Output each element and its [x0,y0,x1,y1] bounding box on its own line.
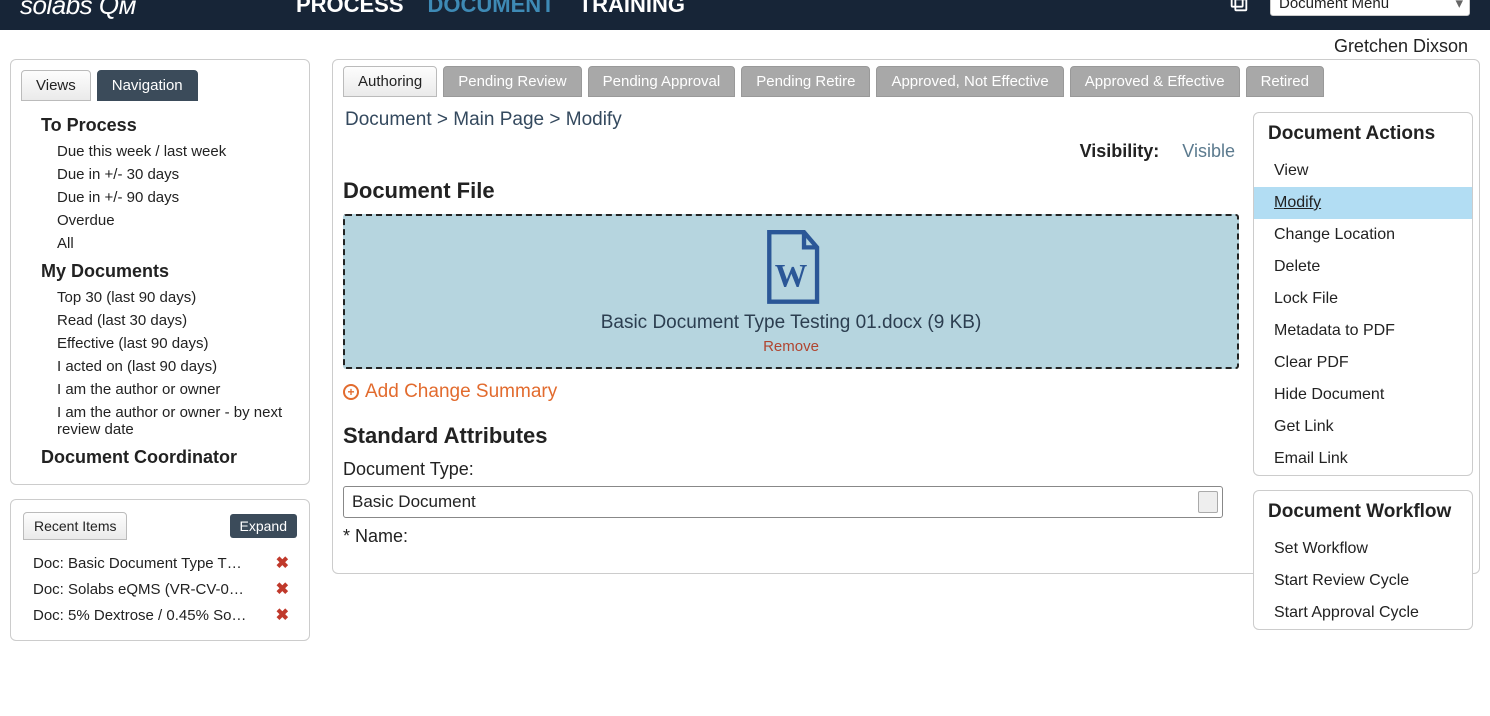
heading-document-file: Document File [343,178,1239,204]
tab-pending-approval[interactable]: Pending Approval [588,66,736,97]
action-view[interactable]: View [1254,155,1472,187]
breadcrumb: Document > Main Page > Modify [343,107,1239,141]
remove-file-link[interactable]: Remove [763,338,819,355]
document-menu-select[interactable]: Document Menu [1270,0,1470,16]
action-metadata-pdf[interactable]: Metadata to PDF [1254,315,1472,347]
heading-my-documents: My Documents [19,255,301,286]
nav-document[interactable]: DOCUMENT [428,0,555,18]
tab-pending-review[interactable]: Pending Review [443,66,581,97]
uploaded-file-name: Basic Document Type Testing 01.docx (9 K… [355,312,1227,334]
recent-row[interactable]: Doc: Solabs eQMS (VR-CV-0… ✖ [19,576,301,602]
action-lock-file[interactable]: Lock File [1254,283,1472,315]
link-read[interactable]: Read (last 30 days) [19,309,301,332]
action-change-location[interactable]: Change Location [1254,219,1472,251]
current-user: Gretchen Dixson [0,30,1490,59]
document-tabs: Authoring Pending Review Pending Approva… [343,66,1469,97]
action-clear-pdf[interactable]: Clear PDF [1254,347,1472,379]
link-effective[interactable]: Effective (last 90 days) [19,332,301,355]
heading-document-actions: Document Actions [1254,113,1472,155]
tab-recent-items[interactable]: Recent Items [23,512,127,540]
recent-row[interactable]: Doc: Basic Document Type T… ✖ [19,550,301,576]
document-workflow-panel: Document Workflow Set Workflow Start Rev… [1253,490,1473,630]
add-change-summary-link[interactable]: + Add Change Summary [343,377,557,417]
workflow-start-approval[interactable]: Start Approval Cycle [1254,597,1472,629]
close-icon[interactable]: ✖ [272,553,293,573]
top-right: Document Menu [1228,0,1470,16]
copy-icon[interactable] [1228,0,1250,14]
heading-to-process: To Process [19,109,301,140]
link-due-this-week[interactable]: Due this week / last week [19,140,301,163]
nav-training[interactable]: TRAINING [579,0,685,18]
document-actions-panel: Document Actions View Modify Change Loca… [1253,112,1473,476]
recent-item-label: Doc: Basic Document Type T… [33,555,272,572]
top-nav: PROCESS DOCUMENT TRAINING [296,0,685,18]
top-bar: sᴏlabs Qᴍ PROCESS DOCUMENT TRAINING Docu… [0,0,1490,30]
action-modify[interactable]: Modify [1254,187,1472,219]
link-acted[interactable]: I acted on (last 90 days) [19,355,301,378]
link-due-90[interactable]: Due in +/- 90 days [19,186,301,209]
tab-views[interactable]: Views [21,70,91,101]
nav-process[interactable]: PROCESS [296,0,404,18]
heading-standard-attributes: Standard Attributes [343,423,1239,449]
recent-item-label: Doc: Solabs eQMS (VR-CV-0… [33,581,272,598]
action-get-link[interactable]: Get Link [1254,411,1472,443]
views-panel: Views Navigation To Process Due this wee… [10,59,310,485]
label-document-type: Document Type: [343,459,1239,480]
svg-text:W: W [775,258,808,294]
tab-retired[interactable]: Retired [1246,66,1324,97]
close-icon[interactable]: ✖ [272,605,293,625]
main-panel: Authoring Pending Review Pending Approva… [332,59,1480,574]
app-logo: sᴏlabs Qᴍ [20,0,136,21]
workflow-set[interactable]: Set Workflow [1254,533,1472,565]
workflow-start-review[interactable]: Start Review Cycle [1254,565,1472,597]
label-name: * Name: [343,526,1239,547]
link-due-30[interactable]: Due in +/- 30 days [19,163,301,186]
close-icon[interactable]: ✖ [272,579,293,599]
visibility-value: Visible [1182,141,1235,161]
document-type-select[interactable]: Basic Document [343,486,1223,518]
plus-circle-icon: + [343,384,359,400]
tab-navigation[interactable]: Navigation [97,70,198,101]
heading-document-workflow: Document Workflow [1254,491,1472,533]
tab-authoring[interactable]: Authoring [343,66,437,97]
heading-doc-coordinator[interactable]: Document Coordinator [19,441,301,472]
recent-items-panel: Recent Items Expand Doc: Basic Document … [10,499,310,641]
recent-item-label: Doc: 5% Dextrose / 0.45% So… [33,607,272,624]
visibility-label: Visibility: [1080,141,1160,161]
tab-pending-retire[interactable]: Pending Retire [741,66,870,97]
recent-row[interactable]: Doc: 5% Dextrose / 0.45% So… ✖ [19,602,301,628]
expand-button[interactable]: Expand [230,514,297,538]
action-delete[interactable]: Delete [1254,251,1472,283]
tab-approved-not-effective[interactable]: Approved, Not Effective [876,66,1063,97]
file-dropzone[interactable]: W Basic Document Type Testing 01.docx (9… [343,214,1239,369]
link-author-owner[interactable]: I am the author or owner [19,378,301,401]
action-email-link[interactable]: Email Link [1254,443,1472,475]
link-all[interactable]: All [19,232,301,255]
link-author-owner-review[interactable]: I am the author or owner - by next revie… [19,401,301,441]
link-overdue[interactable]: Overdue [19,209,301,232]
add-summary-label: Add Change Summary [365,381,557,403]
tab-approved-effective[interactable]: Approved & Effective [1070,66,1240,97]
link-top30[interactable]: Top 30 (last 90 days) [19,286,301,309]
action-hide-document[interactable]: Hide Document [1254,379,1472,411]
word-file-icon: W [756,230,826,306]
